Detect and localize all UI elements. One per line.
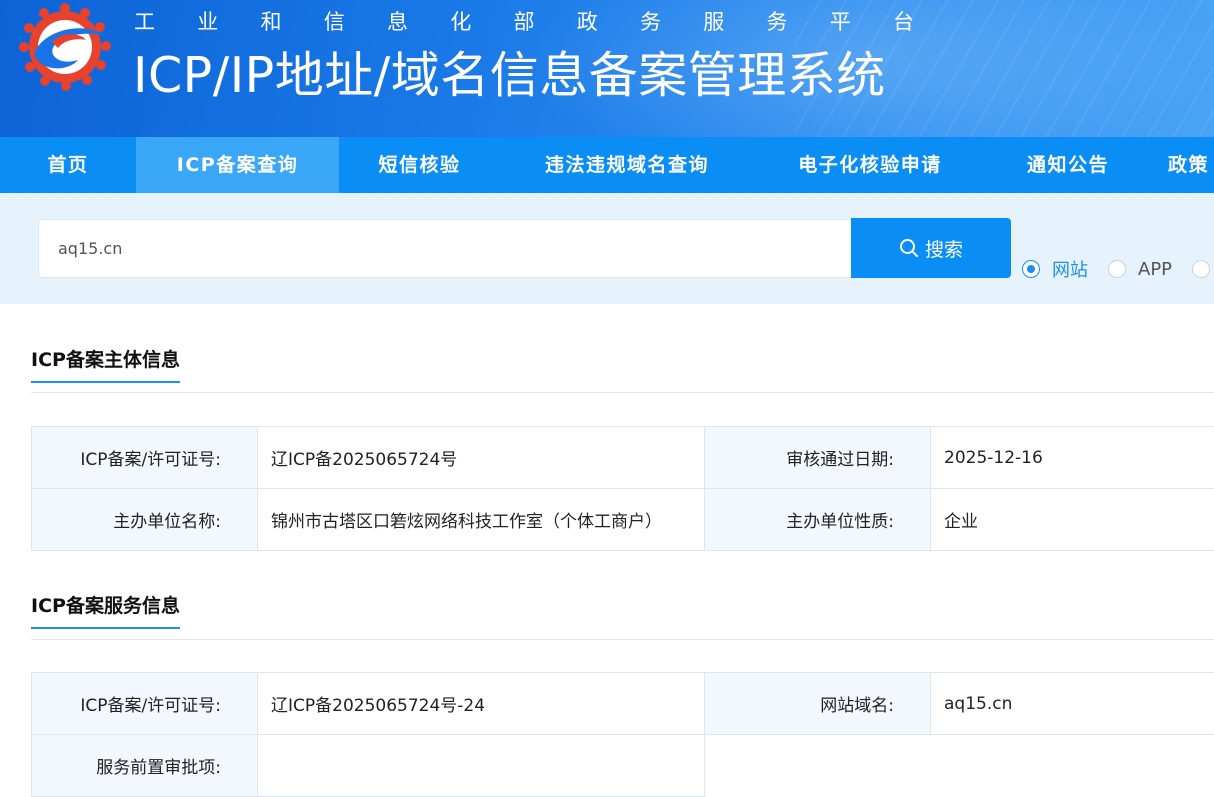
table-row: 主办单位名称: 锦州市古塔区口箬炫网络科技工作室（个体工商户） 主办单位性质: … — [32, 489, 1214, 551]
ministry-char: 部 — [514, 6, 535, 36]
system-title: ICP/IP地址/域名信息备案管理系统 — [133, 36, 886, 107]
ministry-char: 化 — [450, 6, 471, 36]
subject-info-table: ICP备案/许可证号: 辽ICP备2025065724号 审核通过日期: 202… — [31, 426, 1214, 551]
ministry-name: 工 业 和 信 息 化 部 政 务 服 务 平 台 — [134, 6, 914, 36]
organizer-type-value: 企业 — [931, 489, 1214, 551]
ministry-char: 平 — [830, 6, 851, 36]
nav-sms-verify[interactable]: 短信核验 — [339, 137, 500, 193]
search-input[interactable] — [38, 219, 852, 278]
ministry-char: 信 — [324, 6, 345, 36]
ministry-char: 和 — [261, 6, 282, 36]
search-band: 搜索 网站 APP — [0, 193, 1214, 304]
approval-date-value: 2025-12-16 — [931, 427, 1214, 489]
website-domain-label: 网站域名: — [705, 673, 931, 735]
ministry-char: 务 — [640, 6, 661, 36]
nav-electronic-verify[interactable]: 电子化核验申请 — [754, 137, 986, 193]
radio-label: 网站 — [1052, 256, 1088, 282]
organizer-name-label: 主办单位名称: — [32, 489, 258, 551]
website-domain-value: aq15.cn — [931, 673, 1214, 735]
nav-policy[interactable]: 政策 — [1150, 137, 1214, 193]
ministry-char: 务 — [767, 6, 788, 36]
table-row: ICP备案/许可证号: 辽ICP备2025065724号-24 网站域名: aq… — [32, 673, 1214, 735]
radio-dot — [1192, 260, 1210, 278]
radio-other[interactable] — [1192, 260, 1214, 278]
service-info-table: ICP备案/许可证号: 辽ICP备2025065724号-24 网站域名: aq… — [31, 672, 1214, 797]
approval-date-label: 审核通过日期: — [705, 427, 931, 489]
ministry-char: 台 — [893, 6, 914, 36]
nav-home[interactable]: 首页 — [0, 137, 136, 193]
service-section-title: ICP备案服务信息 — [31, 594, 180, 629]
miit-gear-logo-icon[interactable] — [14, 2, 116, 92]
radio-label: APP — [1138, 259, 1172, 280]
section-divider — [31, 639, 1214, 640]
ministry-char: 工 — [134, 6, 155, 36]
site-header: 工 业 和 信 息 化 部 政 务 服 务 平 台 ICP/IP地址/域名信息备… — [0, 0, 1214, 137]
table-row: ICP备案/许可证号: 辽ICP备2025065724号 审核通过日期: 202… — [32, 427, 1214, 489]
section-divider — [31, 392, 1214, 393]
ministry-char: 服 — [703, 6, 724, 36]
nav-notices[interactable]: 通知公告 — [986, 137, 1150, 193]
search-button[interactable]: 搜索 — [851, 218, 1011, 278]
subject-section-title: ICP备案主体信息 — [31, 348, 180, 383]
radio-website[interactable]: 网站 — [1022, 256, 1088, 282]
empty-cell — [931, 735, 1214, 797]
pre-approval-label: 服务前置审批项: — [32, 735, 258, 797]
search-type-radio-group: 网站 APP — [1022, 256, 1214, 282]
main-nav: 首页 ICP备案查询 短信核验 违法违规域名查询 电子化核验申请 通知公告 政策 — [0, 137, 1214, 193]
license-number-value: 辽ICP备2025065724号 — [258, 427, 705, 489]
ministry-char: 业 — [197, 6, 218, 36]
service-license-label: ICP备案/许可证号: — [32, 673, 258, 735]
radio-app[interactable]: APP — [1108, 259, 1172, 280]
pre-approval-value — [258, 735, 705, 797]
search-icon — [899, 238, 919, 258]
organizer-name-value: 锦州市古塔区口箬炫网络科技工作室（个体工商户） — [258, 489, 705, 551]
ministry-char: 政 — [577, 6, 598, 36]
radio-dot — [1022, 260, 1040, 278]
nav-illegal-domain-query[interactable]: 违法违规域名查询 — [500, 137, 754, 193]
ministry-char: 息 — [387, 6, 408, 36]
license-number-label: ICP备案/许可证号: — [32, 427, 258, 489]
empty-cell — [705, 735, 931, 797]
table-row: 服务前置审批项: — [32, 735, 1214, 797]
radio-dot — [1108, 260, 1126, 278]
search-button-label: 搜索 — [925, 235, 963, 262]
service-license-value: 辽ICP备2025065724号-24 — [258, 673, 705, 735]
nav-icp-query[interactable]: ICP备案查询 — [136, 137, 339, 193]
organizer-type-label: 主办单位性质: — [705, 489, 931, 551]
